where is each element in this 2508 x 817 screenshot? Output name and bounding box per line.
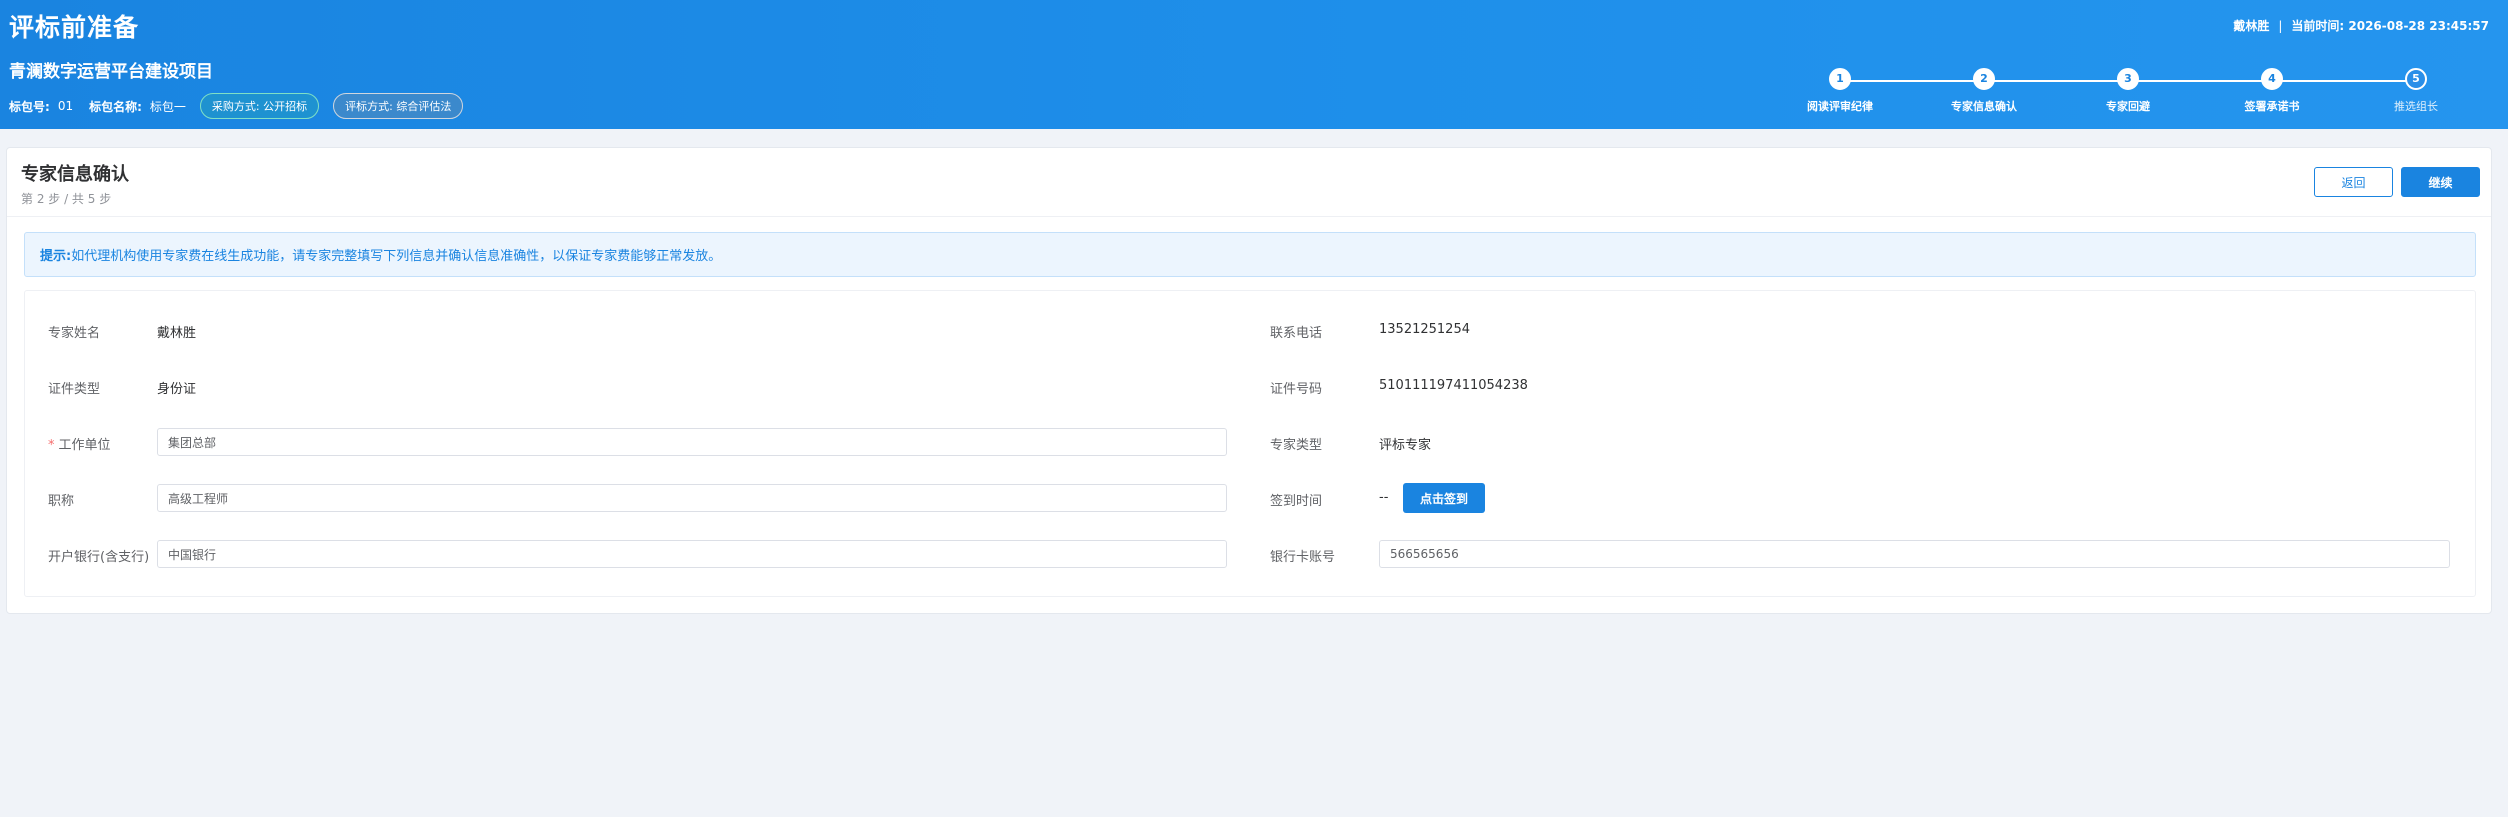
- expert-type-label: 专家类型: [1270, 438, 1323, 453]
- work-unit-input[interactable]: [157, 428, 1227, 456]
- step-label: 推选组长: [2394, 100, 2438, 113]
- divider: [7, 216, 2491, 217]
- step-indicator: 第 2 步 / 共 5 步: [21, 192, 112, 206]
- required-mark: *: [48, 438, 55, 453]
- work-unit-label-text: 工作单位: [58, 438, 111, 453]
- user-time-info: 戴林胜 | 当前时间: 2026-08-28 23:45:57: [2233, 17, 2489, 34]
- notice-text: 如代理机构使用专家费在线生成功能，请专家完整填写下列信息并确认信息准确性，以保证…: [71, 249, 722, 264]
- signin-time-value: --: [1379, 490, 1389, 505]
- signin-button[interactable]: 点击签到: [1403, 483, 1485, 513]
- step-label: 阅读评审纪律: [1807, 100, 1873, 113]
- page-title: 评标前准备: [9, 13, 140, 42]
- user-name: 戴林胜: [2233, 19, 2270, 33]
- continue-button[interactable]: 继续: [2401, 167, 2480, 197]
- expert-name-value: 戴林胜: [157, 326, 197, 341]
- package-name: 标包一: [149, 99, 186, 114]
- card-no-input[interactable]: [1379, 540, 2450, 568]
- step-4: 4 签署承诺书: [2212, 68, 2332, 114]
- progress-stepper: 1 阅读评审纪律 2 专家信息确认 3 专家回避 4 签署承诺书 5 推选组长: [1770, 66, 2450, 122]
- bank-label: 开户银行(含支行): [48, 550, 150, 565]
- notice-key: 提示:: [40, 249, 72, 264]
- back-button[interactable]: 返回: [2314, 167, 2393, 197]
- phone-label: 联系电话: [1270, 326, 1323, 341]
- card-no-label: 银行卡账号: [1270, 550, 1336, 565]
- notice-banner: 提示: 如代理机构使用专家费在线生成功能，请专家完整填写下列信息并确认信息准确性…: [24, 232, 2476, 277]
- package-no: 01: [57, 99, 74, 113]
- expert-info-card: 专家信息确认 第 2 步 / 共 5 步 返回 继续 提示: 如代理机构使用专家…: [6, 147, 2492, 614]
- step-label: 专家回避: [2106, 100, 2150, 113]
- page-header: 评标前准备 青澜数字运营平台建设项目 标包号: 01 标包名称: 标包一 采购方…: [0, 0, 2508, 129]
- package-meta: 标包号: 01 标包名称: 标包一 采购方式: 公开招标 评标方式: 综合评估法: [9, 93, 464, 119]
- id-number-value: 510111197411054238: [1379, 378, 1528, 393]
- step-number: 5: [2405, 68, 2427, 90]
- card-title: 专家信息确认: [21, 164, 129, 185]
- id-number-label: 证件号码: [1270, 382, 1323, 397]
- expert-type-value: 评标专家: [1379, 438, 1432, 453]
- expert-info-form: 专家姓名 戴林胜 联系电话 13521251254 证件类型 身份证 证件号码 …: [24, 290, 2476, 597]
- package-no-label: 标包号:: [9, 99, 50, 114]
- separator: |: [2278, 19, 2283, 33]
- step-2: 2 专家信息确认: [1924, 68, 2044, 114]
- current-time: 当前时间: 2026-08-28 23:45:57: [2291, 19, 2489, 33]
- evaluation-method-badge: 评标方式: 综合评估法: [333, 93, 464, 119]
- step-5: 5 推选组长: [2356, 68, 2476, 114]
- work-unit-label: * 工作单位: [48, 434, 111, 453]
- phone-value: 13521251254: [1379, 322, 1470, 337]
- package-name-label: 标包名称:: [89, 99, 142, 114]
- project-name: 青澜数字运营平台建设项目: [9, 62, 213, 82]
- step-number: 2: [1973, 68, 1995, 90]
- id-type-value: 身份证: [157, 382, 197, 397]
- title-input[interactable]: [157, 484, 1227, 512]
- step-3: 3 专家回避: [2068, 68, 2188, 114]
- step-number: 1: [1829, 68, 1851, 90]
- step-label: 签署承诺书: [2244, 100, 2300, 113]
- bank-input[interactable]: [157, 540, 1227, 568]
- step-label: 专家信息确认: [1951, 100, 2017, 113]
- title-label: 职称: [48, 494, 75, 509]
- id-type-label: 证件类型: [48, 382, 101, 397]
- step-1: 1 阅读评审纪律: [1780, 68, 1900, 114]
- step-number: 3: [2117, 68, 2139, 90]
- expert-name-label: 专家姓名: [48, 326, 101, 341]
- procurement-method-badge: 采购方式: 公开招标: [199, 93, 320, 119]
- step-number: 4: [2261, 68, 2283, 90]
- signin-time-label: 签到时间: [1270, 494, 1323, 509]
